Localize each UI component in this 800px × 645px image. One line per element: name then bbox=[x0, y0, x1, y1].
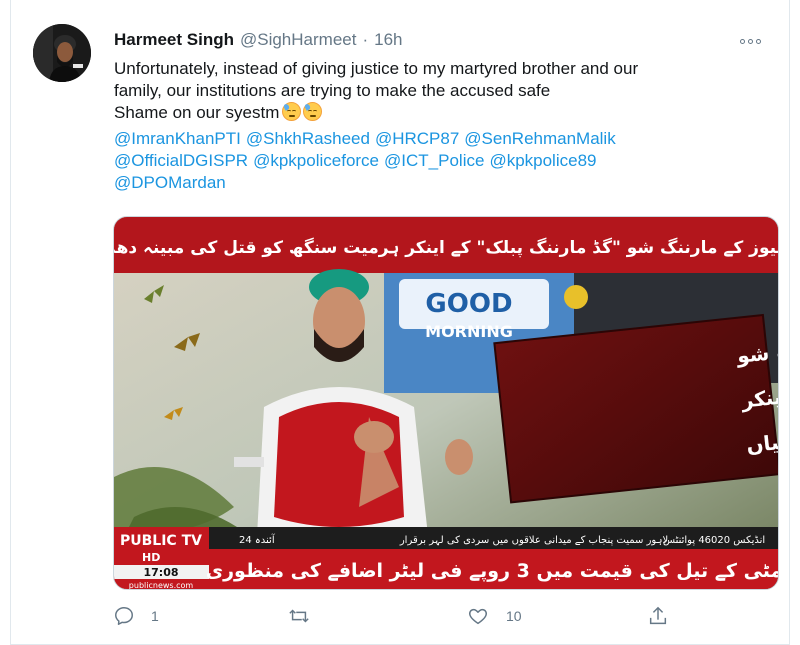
heart-icon bbox=[469, 608, 487, 625]
media-image[interactable]: پبلک نیوز کے مارننگ شو "گڈ مارننگ پبلک" … bbox=[113, 216, 779, 590]
mention-link[interactable]: @kpkpoliceforce bbox=[253, 151, 379, 170]
ticker-small: لاہور سمیت پنجاب کے میدانی علاقوں میں سر… bbox=[399, 535, 668, 546]
mention-link[interactable]: @kpkpolice89 bbox=[489, 151, 596, 170]
timestamp[interactable]: 16h bbox=[374, 30, 402, 50]
tweet-card[interactable]: Harmeet Singh @SighHarmeet · 16h Unfortu… bbox=[10, 0, 790, 645]
mention-link[interactable]: @SenRehmanMalik bbox=[464, 129, 615, 148]
hd-badge: HD bbox=[142, 551, 160, 564]
mention-link[interactable]: @DPOMardan bbox=[114, 173, 226, 192]
top-banner-text: پبلک نیوز کے مارننگ شو "گڈ مارننگ پبلک" … bbox=[114, 237, 779, 258]
more-options-icon[interactable] bbox=[737, 34, 763, 48]
tweet-actions: 1 10 bbox=[111, 603, 711, 629]
mention-link[interactable]: @ShkhRasheed bbox=[246, 129, 370, 148]
reply-icon bbox=[115, 607, 133, 625]
set-text-good: GOOD bbox=[425, 289, 512, 319]
author-handle[interactable]: @SighHarmeet bbox=[240, 30, 356, 50]
tweet-text-line: Shame on our syestm bbox=[114, 102, 774, 124]
reply-count: 1 bbox=[151, 608, 159, 624]
downcast-face-with-sweat-icon bbox=[282, 102, 302, 121]
downcast-face-with-sweat-icon bbox=[303, 102, 323, 121]
avatar-photo bbox=[33, 24, 91, 82]
mention-link[interactable]: @ICT_Police bbox=[384, 151, 484, 170]
share-button[interactable] bbox=[647, 603, 669, 629]
mentions-line: @DPOMardan bbox=[114, 172, 774, 194]
channel-logo: PUBLIC TV bbox=[120, 533, 202, 549]
ticker-right: انڈیکس 46020 پوائنٹس bbox=[663, 535, 765, 546]
mentions: @ImranKhanPTI @ShkhRasheed @HRCP87 @SenRehm… bbox=[114, 128, 774, 194]
ticker-left: آئندہ 24 bbox=[239, 533, 276, 546]
mention-link[interactable]: @HRCP87 bbox=[375, 129, 459, 148]
set-text-morning: MORNING bbox=[425, 322, 513, 341]
like-count: 10 bbox=[506, 608, 522, 624]
mentions-line: @OfficialDGISPR @kpkpoliceforce @ICT_Polic… bbox=[114, 150, 774, 172]
reply-button[interactable]: 1 bbox=[113, 603, 159, 629]
mentions-line: @ImranKhanPTI @ShkhRasheed @HRCP87 @SenRehm… bbox=[114, 128, 774, 150]
ticker-main: مٹی کے تیل کی قیمت میں 3 روپے فی لیٹر اض… bbox=[206, 560, 779, 582]
clock: 17:08 bbox=[143, 566, 178, 579]
separator: · bbox=[362, 30, 369, 49]
tweet-text-line: Unfortunately, instead of giving justice… bbox=[114, 59, 639, 78]
news-screenshot: پبلک نیوز کے مارننگ شو "گڈ مارننگ پبلک" … bbox=[114, 217, 779, 590]
retweet-button[interactable] bbox=[287, 603, 327, 629]
tweet-text-fragment: Shame on our syestm bbox=[114, 103, 280, 122]
mention-link[interactable]: @OfficialDGISPR bbox=[114, 151, 248, 170]
mention-link[interactable]: @ImranKhanPTI bbox=[114, 129, 241, 148]
tweet-text-line: family, our institutions are trying to m… bbox=[114, 81, 551, 100]
website: publicnews.com bbox=[129, 581, 194, 590]
share-icon bbox=[649, 606, 667, 625]
author-name[interactable]: Harmeet Singh bbox=[114, 30, 234, 50]
avatar[interactable] bbox=[33, 24, 91, 82]
tweet-text: Unfortunately, instead of giving justice… bbox=[114, 58, 774, 124]
tweet-header: Harmeet Singh @SighHarmeet · 16h bbox=[114, 30, 403, 52]
like-button[interactable]: 10 bbox=[466, 603, 522, 629]
retweet-icon bbox=[289, 609, 309, 623]
